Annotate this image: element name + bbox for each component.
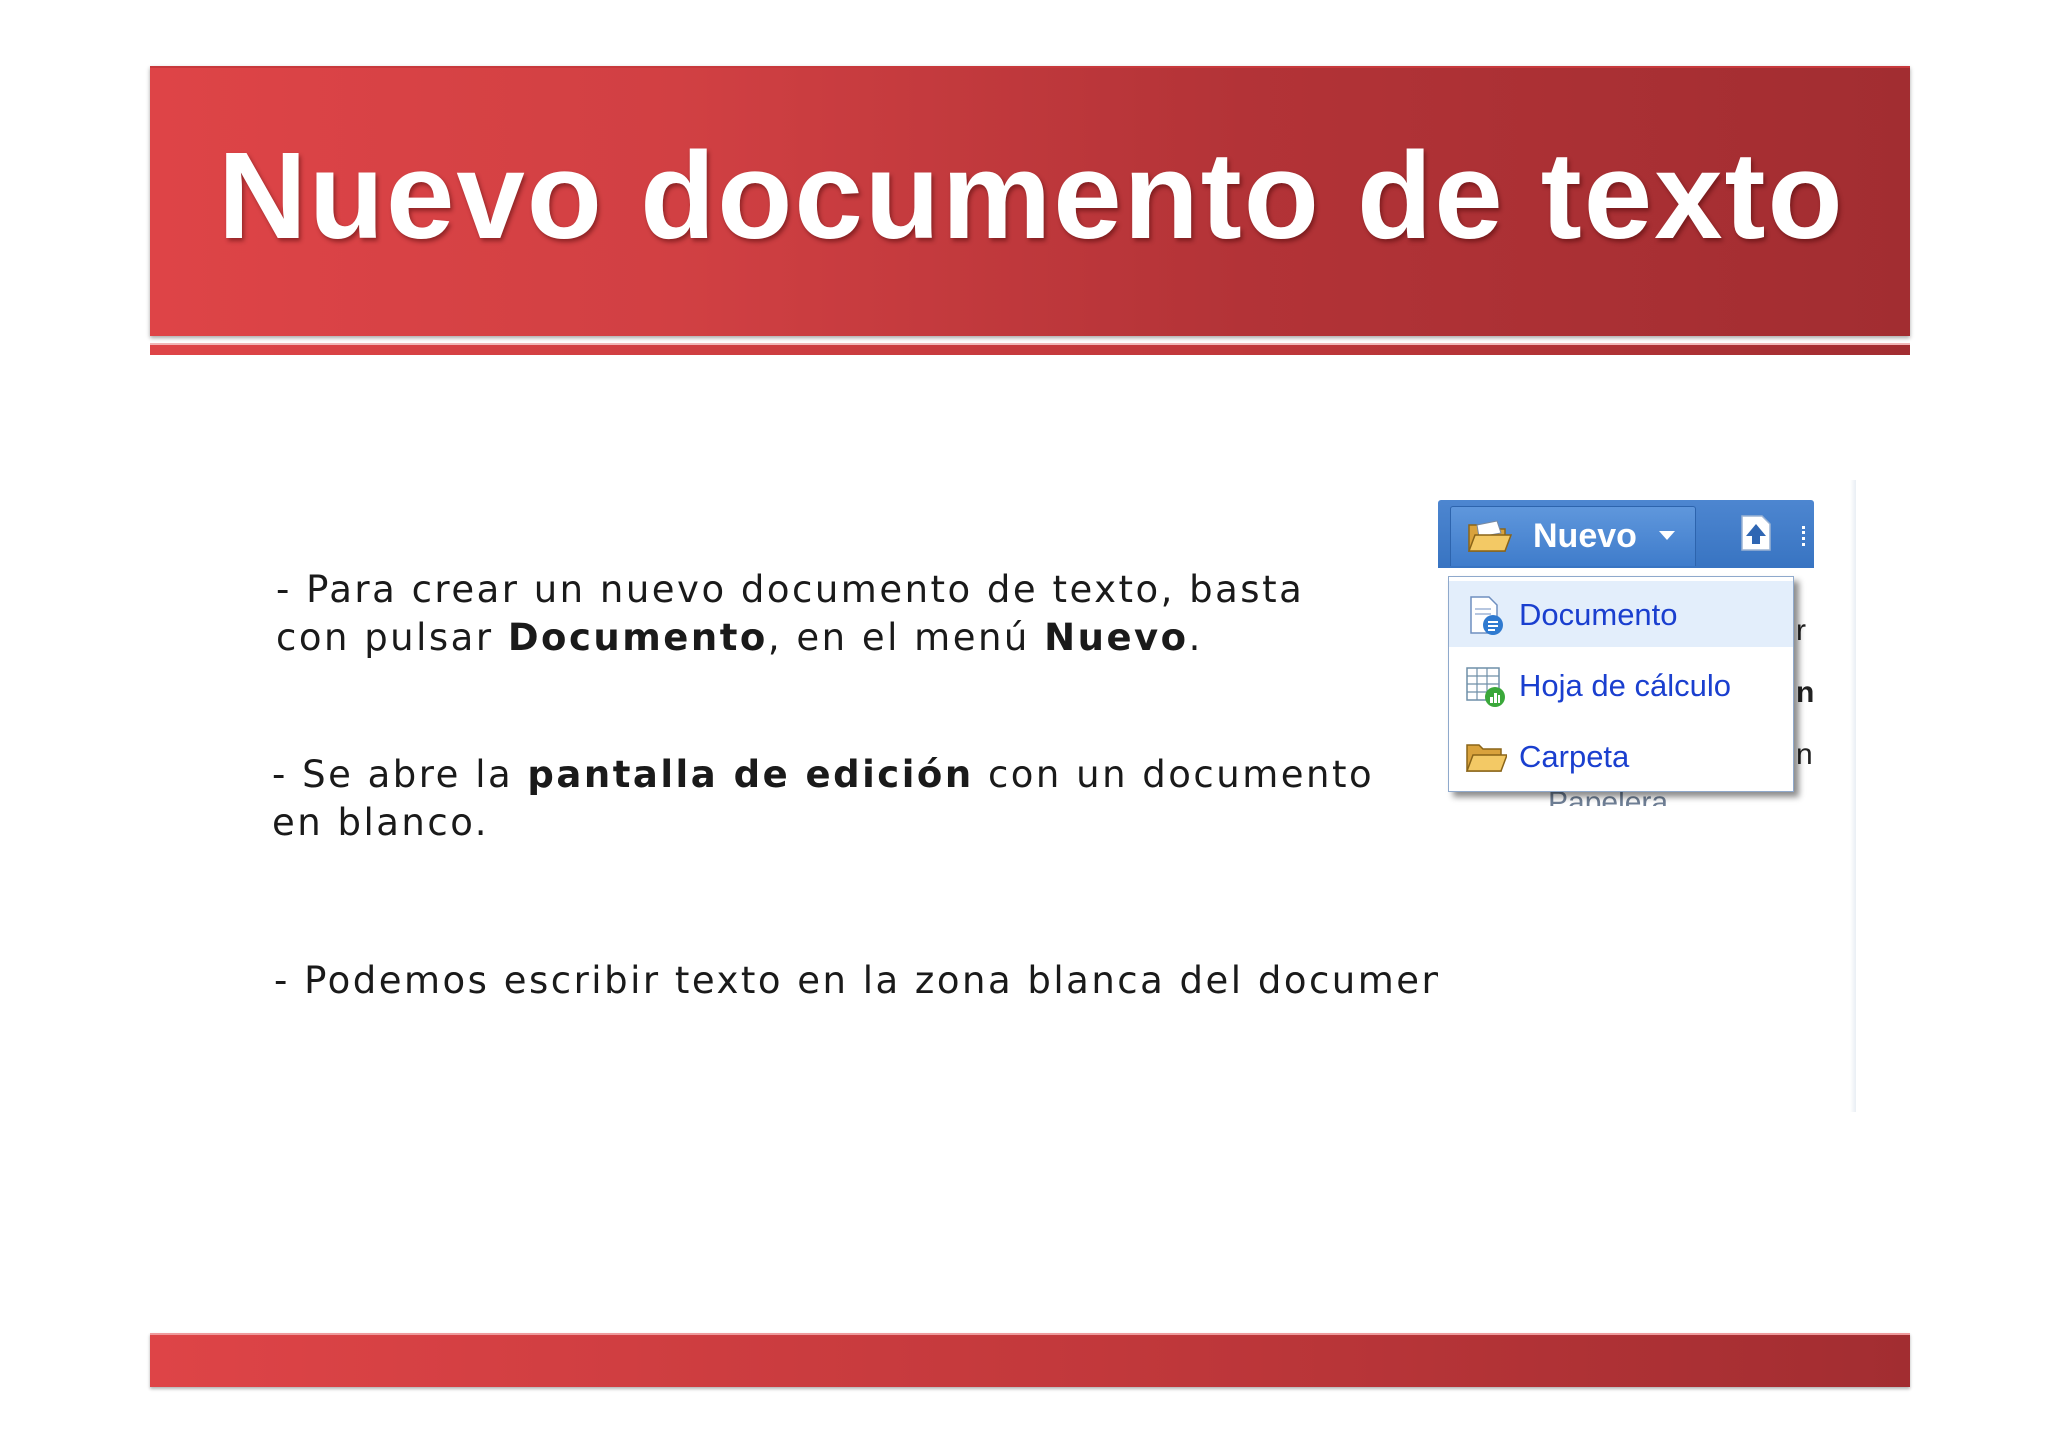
- bullet-emphasis: pantalla de edición: [527, 753, 974, 796]
- bottom-bar: [150, 1333, 1910, 1387]
- menu-item-label: Carpeta: [1519, 739, 1630, 774]
- bullet-text: con un documento: [973, 753, 1375, 796]
- bullet-emphasis: Nuevo: [1044, 616, 1189, 659]
- slide-title: Nuevo documento de texto: [218, 128, 1845, 265]
- title-banner: Nuevo documento de texto: [150, 66, 1910, 336]
- bullet-1-line-1: - Para crear un nuevo documento de texto…: [276, 566, 1304, 614]
- nuevo-menu-screenshot: Nuevo r n n Papelera Documento Hoja de c…: [1438, 480, 1856, 1112]
- bullet-text: - Podemos escribir texto en la zona blan…: [274, 959, 1504, 1002]
- bullet-text: en blanco.: [272, 801, 489, 844]
- edge-char: r: [1796, 614, 1806, 647]
- upload-button[interactable]: [1738, 514, 1774, 552]
- bullet-text: .: [1188, 616, 1203, 659]
- edge-char: n: [1796, 738, 1813, 771]
- nuevo-dropdown-menu: Documento Hoja de cálculo Carpeta: [1448, 576, 1794, 792]
- document-icon: [1470, 596, 1503, 635]
- menu-item-documento[interactable]: Documento: [1449, 581, 1793, 647]
- bullet-text: - Para crear un nuevo documento de texto…: [276, 568, 1305, 611]
- menu-item-hoja-de-calculo[interactable]: Hoja de cálculo: [1449, 652, 1793, 718]
- title-underline: [150, 343, 1910, 355]
- nuevo-button-label: Nuevo: [1533, 517, 1637, 555]
- bullet-1: - Para crear un nuevo documento de texto…: [276, 566, 1304, 662]
- menu-item-label: Hoja de cálculo: [1519, 668, 1731, 703]
- menu-item-label: Documento: [1519, 597, 1678, 632]
- upload-icon: [1741, 515, 1771, 551]
- chevron-down-icon: [1659, 531, 1675, 540]
- bullet-1-line-2: con pulsar Documento, en el menú Nuevo.: [276, 614, 1304, 662]
- more-icon[interactable]: [1802, 526, 1809, 546]
- nuevo-button[interactable]: Nuevo: [1450, 506, 1696, 566]
- spreadsheet-icon: [1466, 667, 1505, 707]
- toolbar: Nuevo: [1438, 500, 1814, 568]
- folder-icon: [1465, 744, 1507, 772]
- bullet-text: con pulsar: [276, 616, 508, 659]
- bullet-3-line-1: - Podemos escribir texto en la zona blan…: [274, 957, 1503, 1005]
- screenshot-edge: [1850, 480, 1856, 1112]
- bullet-text: - Se abre la: [272, 753, 528, 796]
- bullet-emphasis: Documento: [507, 616, 768, 659]
- edge-char: n: [1796, 676, 1815, 709]
- folder-open-icon: [1467, 520, 1513, 552]
- bullet-2: - Se abre la pantalla de edición con un …: [272, 751, 1374, 847]
- bullet-3: - Podemos escribir texto en la zona blan…: [274, 957, 1503, 1005]
- bullet-2-line-2: en blanco.: [272, 799, 1374, 847]
- menu-item-carpeta[interactable]: Carpeta: [1449, 723, 1793, 789]
- bullet-2-line-1: - Se abre la pantalla de edición con un …: [272, 751, 1374, 799]
- bullet-text: , en el menú: [767, 616, 1045, 659]
